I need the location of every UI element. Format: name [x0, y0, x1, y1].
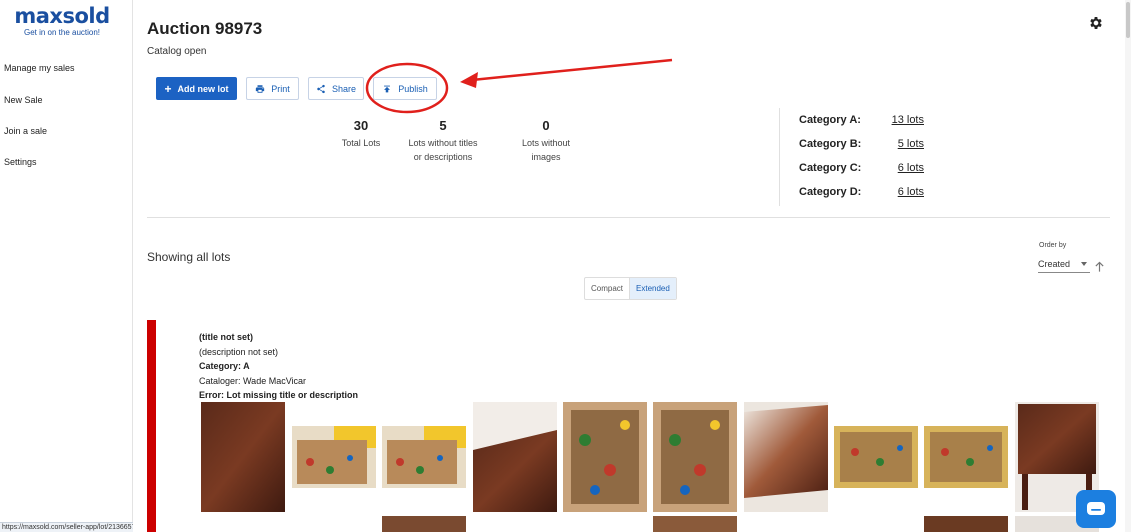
category-name: Category B: [799, 138, 862, 150]
stat-label: Lots without images [508, 136, 584, 164]
sidebar-item-manage-my-sales[interactable]: Manage my sales [4, 63, 75, 73]
category-row-d: Category D: 6 lots [799, 186, 924, 198]
lot-thumbnail[interactable] [563, 402, 647, 512]
category-row-a: Category A: 13 lots [799, 114, 924, 126]
chat-support-button[interactable] [1076, 490, 1116, 528]
stat-value: 30 [353, 118, 369, 133]
view-toggle: Compact Extended [584, 277, 677, 300]
plus-icon: + [164, 81, 172, 96]
category-lots-link[interactable]: 5 lots [898, 138, 924, 150]
order-by-select[interactable]: Created [1038, 256, 1090, 273]
category-name: Category C: [799, 162, 862, 174]
add-new-lot-button[interactable]: + Add new lot [156, 77, 237, 100]
chat-icon [1087, 502, 1105, 515]
lot-error: Error: Lot missing title or description [199, 390, 359, 400]
add-new-lot-label: Add new lot [177, 83, 229, 94]
stat-label: Lots without titles or descriptions [398, 136, 488, 164]
lot-title[interactable]: (title not set) [199, 330, 253, 345]
category-row-c: Category C: 6 lots [799, 162, 924, 174]
gear-icon[interactable] [1088, 15, 1104, 31]
lot-thumbnail[interactable] [744, 402, 828, 512]
stat-lots-without-titles: 5 Lots without titles or descriptions [398, 118, 488, 164]
publish-icon [384, 85, 391, 92]
sidebar-item-join-a-sale[interactable]: Join a sale [4, 126, 47, 136]
stat-value: 0 [542, 118, 550, 133]
share-button[interactable]: Share [308, 77, 364, 100]
lot-error-bar [147, 320, 156, 532]
sidebar: maxsold Get in on the auction! Manage my… [0, 0, 133, 532]
lots-heading: Showing all lots [147, 250, 231, 264]
printer-icon [256, 84, 265, 93]
logo-tagline: Get in on the auction! [23, 28, 101, 37]
browser-status-url: https://maxsold.com/seller-app/lot/21366… [0, 522, 133, 532]
order-by-value: Created [1038, 259, 1071, 269]
lot-category: Category: A [199, 361, 250, 371]
page-title: Auction 98973 [147, 19, 263, 38]
lot-thumbnail[interactable] [473, 402, 557, 512]
stat-label: Total Lots [341, 138, 381, 148]
order-by-label: Order by [1039, 242, 1067, 249]
stat-lots-without-images: 0 Lots without images [508, 118, 584, 164]
stat-value: 5 [439, 118, 447, 133]
sidebar-item-settings[interactable]: Settings [4, 157, 37, 167]
lot-thumbnail[interactable] [924, 426, 1008, 488]
annotation-arrow-line [471, 58, 673, 82]
lot-thumbnail[interactable] [653, 402, 737, 512]
category-lots-link[interactable]: 13 lots [892, 114, 924, 126]
logo-wordmark: maxsold [14, 4, 110, 28]
category-name: Category D: [799, 186, 862, 198]
category-row-b: Category B: 5 lots [799, 138, 924, 150]
lot-thumbnail[interactable] [382, 426, 466, 488]
stat-label-line-2: images [531, 152, 561, 162]
annotation-arrowhead [460, 72, 478, 88]
share-label: Share [331, 83, 357, 94]
scrollbar[interactable] [1125, 0, 1131, 532]
arrow-up-icon[interactable] [1094, 261, 1105, 273]
stat-total-lots: 30 Total Lots [330, 118, 392, 150]
scrollbar-thumb[interactable] [1126, 2, 1130, 38]
stat-label-line-2: or descriptions [413, 152, 473, 162]
caret-down-icon [1081, 262, 1087, 266]
stats-divider [779, 108, 780, 206]
sidebar-item-new-sale[interactable]: New Sale [4, 95, 43, 105]
lot-thumbnail[interactable] [834, 426, 918, 488]
lot-thumbnail[interactable] [292, 426, 376, 488]
section-divider [147, 217, 1110, 218]
lot-cataloger: Cataloger: Wade MacVicar [199, 376, 307, 386]
stat-label-line-1: Lots without [521, 138, 571, 148]
category-name: Category A: [799, 114, 861, 126]
view-extended-button[interactable]: Extended [629, 278, 676, 299]
catalog-status: Catalog open [147, 46, 207, 57]
share-icon [317, 84, 325, 93]
category-lots-link[interactable]: 6 lots [898, 186, 924, 198]
maxsold-logo[interactable]: maxsold Get in on the auction! [9, 4, 115, 37]
lot-thumbnail[interactable] [201, 402, 285, 512]
view-compact-button[interactable]: Compact [585, 278, 629, 299]
lot-description: (description not set) [199, 347, 279, 357]
stat-label-line-1: Lots without titles [408, 138, 478, 148]
category-lots-link[interactable]: 6 lots [898, 162, 924, 174]
print-button[interactable]: Print [246, 77, 299, 100]
print-label: Print [271, 83, 290, 94]
publish-label: Publish [398, 83, 428, 94]
publish-button[interactable]: Publish [373, 77, 437, 100]
